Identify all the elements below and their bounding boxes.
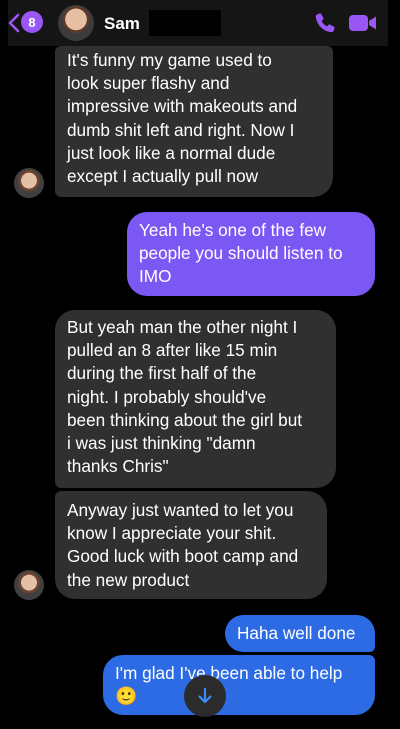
scroll-to-bottom-button[interactable] — [184, 675, 226, 717]
message-line: night. I probably should've — [67, 386, 267, 407]
message-bubble-outgoing[interactable]: Yeah he's one of the few people you shou… — [127, 212, 375, 296]
sender-avatar[interactable] — [14, 570, 44, 600]
message-line: thanks Chris" — [67, 456, 169, 477]
message-line: impressive with makeouts and — [67, 96, 298, 117]
message-line: I'm glad I've been able to help — [115, 663, 343, 683]
message-line: Haha well done — [237, 623, 356, 643]
sender-avatar[interactable] — [14, 168, 44, 198]
conversation-header: 8 Sam — [8, 0, 388, 46]
message-line: look super flashy and — [67, 73, 230, 94]
message-line: the new product — [67, 569, 190, 590]
message-line: except I actually pull now — [67, 166, 259, 187]
message-line: Anyway just wanted to let you — [67, 500, 294, 520]
back-chevron-icon — [8, 13, 20, 33]
phone-icon[interactable] — [313, 11, 337, 35]
message-line: just look like a normal dude — [67, 142, 276, 163]
message-bubble-incoming[interactable]: It's funny my game used to look super fl… — [55, 46, 333, 197]
back-button[interactable]: 8 — [8, 10, 48, 36]
contact-name[interactable]: Sam — [104, 14, 140, 34]
emoji-slightly-smiling: 🙂 — [115, 686, 138, 707]
message-line: dumb shit left and right. Now I — [67, 119, 295, 140]
message-line: pulled an 8 after like 15 min — [67, 340, 278, 361]
message-line: know I appreciate your shit. — [67, 523, 277, 544]
redaction-bar — [149, 10, 221, 36]
chat-screen: 8 Sam It's funny my game used to look su… — [8, 0, 388, 718]
message-line: Good luck with boot camp and — [67, 546, 299, 567]
scroll-down-arrow-icon — [198, 687, 212, 704]
avatar[interactable] — [58, 5, 94, 41]
video-camera-icon[interactable] — [348, 13, 378, 33]
unread-badge: 8 — [21, 11, 43, 33]
message-line: But yeah man the other night I — [67, 317, 298, 337]
message-bubble-outgoing[interactable]: Haha well done — [225, 615, 375, 652]
message-line: Yeah he's one of the few — [139, 220, 327, 240]
message-bubble-incoming[interactable]: But yeah man the other night I pulled an… — [55, 310, 336, 488]
message-line: people you should listen to — [139, 243, 343, 264]
message-line: IMO — [139, 266, 172, 287]
message-line: i was just thinking "damn — [67, 433, 256, 454]
message-line: during the first half of the — [67, 363, 257, 384]
device-frame: 8 Sam It's funny my game used to look su… — [0, 0, 400, 729]
message-line: It's funny my game used to — [67, 50, 272, 70]
message-bubble-outgoing[interactable]: I'm glad I've been able to help 🙂 — [103, 655, 375, 715]
message-line: been thinking about the girl but — [67, 409, 303, 430]
message-bubble-incoming[interactable]: Anyway just wanted to let you know I app… — [55, 491, 327, 599]
